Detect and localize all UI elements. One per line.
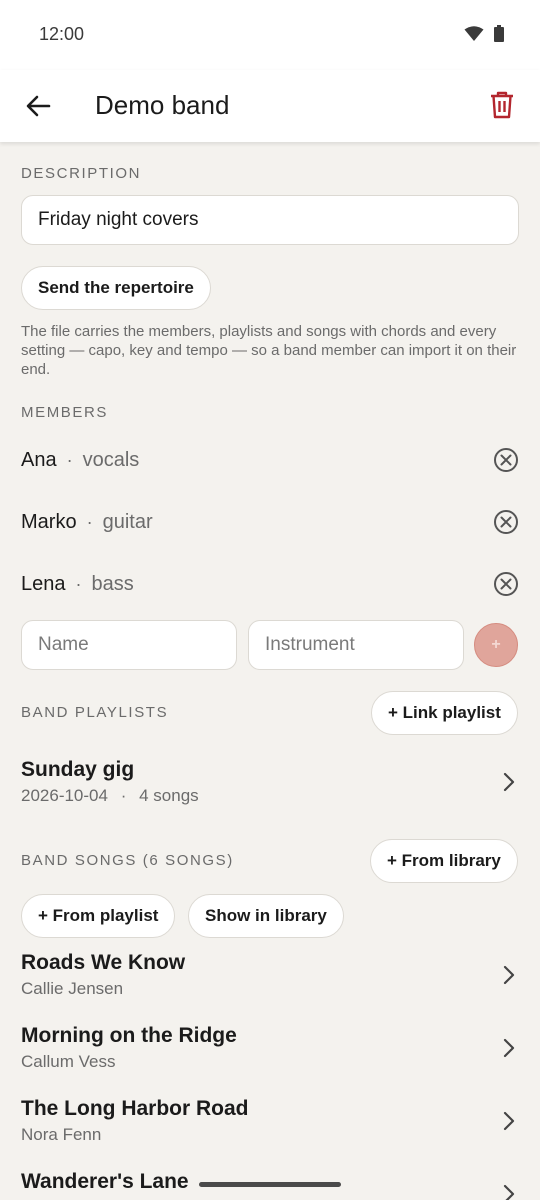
remove-member-icon[interactable] — [493, 571, 519, 597]
member-row: Marko · guitar — [21, 502, 521, 542]
song-title: Morning on the Ridge — [21, 1024, 237, 1047]
chevron-right-icon — [503, 965, 515, 985]
show-in-library-button[interactable]: Show in library — [188, 894, 344, 938]
remove-member-icon[interactable] — [493, 509, 519, 535]
playlist-item[interactable]: Sunday gig 2026-10-04 · 4 songs — [21, 758, 521, 806]
song-artist: Nora Fenn — [21, 1125, 102, 1144]
song-item[interactable]: The Long Harbor Road Nora Fenn — [21, 1097, 521, 1145]
playlist-meta: 2026-10-04 · 4 songs — [21, 786, 521, 806]
song-title: Roads We Know — [21, 951, 186, 974]
description-field[interactable]: Friday night covers — [21, 195, 519, 245]
description-label: DESCRIPTION — [21, 165, 142, 182]
status-time: 12:00 — [39, 24, 85, 44]
song-artist: Callum Vess — [21, 1052, 116, 1071]
member-name: Lena — [21, 572, 66, 595]
member-separator: · — [86, 511, 93, 532]
song-title: The Long Harbor Road — [21, 1097, 249, 1120]
send-repertoire-button[interactable]: Send the repertoire — [21, 266, 211, 310]
song-artist: Callie Jensen — [21, 979, 124, 998]
battery-icon — [494, 25, 504, 42]
wifi-icon — [464, 25, 484, 41]
band-songs-label: BAND SONGS (6 SONGS) — [21, 852, 234, 869]
link-playlist-button[interactable]: + Link playlist — [371, 691, 518, 735]
member-row: Ana · vocals — [21, 440, 521, 480]
song-item[interactable]: Morning on the Ridge Callum Vess — [21, 1024, 521, 1072]
member-instrument: guitar — [102, 510, 153, 533]
trash-icon — [491, 91, 513, 119]
repertoire-helper-text: The file carries the members, playlists … — [21, 323, 517, 378]
member-name: Ana — [21, 448, 57, 471]
member-row: Lena · bass — [21, 564, 521, 604]
chevron-right-icon — [503, 1184, 515, 1200]
from-library-button[interactable]: + From library — [370, 839, 518, 883]
member-instrument: bass — [91, 572, 134, 595]
member-separator: · — [66, 449, 73, 470]
members-label: MEMBERS — [21, 404, 109, 421]
status-bar: 12:00 — [0, 0, 540, 70]
remove-member-icon[interactable] — [493, 447, 519, 473]
chevron-right-icon — [503, 1038, 515, 1058]
playlist-title: Sunday gig — [21, 758, 135, 781]
from-playlist-button[interactable]: + From playlist — [21, 894, 176, 938]
playlist-song-count: 4 songs — [139, 786, 199, 805]
app-bar: Demo band — [0, 70, 540, 142]
chevron-right-icon — [503, 1111, 515, 1131]
page-title: Demo band — [95, 90, 230, 120]
meta-separator: · — [120, 786, 127, 805]
band-playlists-label: BAND PLAYLISTS — [21, 704, 169, 721]
status-icons — [464, 25, 504, 42]
gesture-nav-handle[interactable] — [199, 1182, 341, 1187]
song-item[interactable]: Roads We Know Callie Jensen — [21, 951, 521, 999]
member-name: Marko — [21, 510, 77, 533]
playlist-date: 2026-10-04 — [21, 786, 108, 805]
member-instrument: vocals — [82, 448, 140, 471]
delete-band-button[interactable] — [484, 87, 520, 123]
member-instrument-input[interactable]: Instrument — [248, 620, 464, 670]
add-member-button[interactable]: + — [474, 623, 518, 667]
back-arrow-icon — [26, 95, 51, 117]
member-separator: · — [75, 573, 82, 594]
member-name-input[interactable]: Name — [21, 620, 237, 670]
chevron-right-icon — [503, 772, 515, 792]
back-button[interactable] — [20, 88, 56, 124]
